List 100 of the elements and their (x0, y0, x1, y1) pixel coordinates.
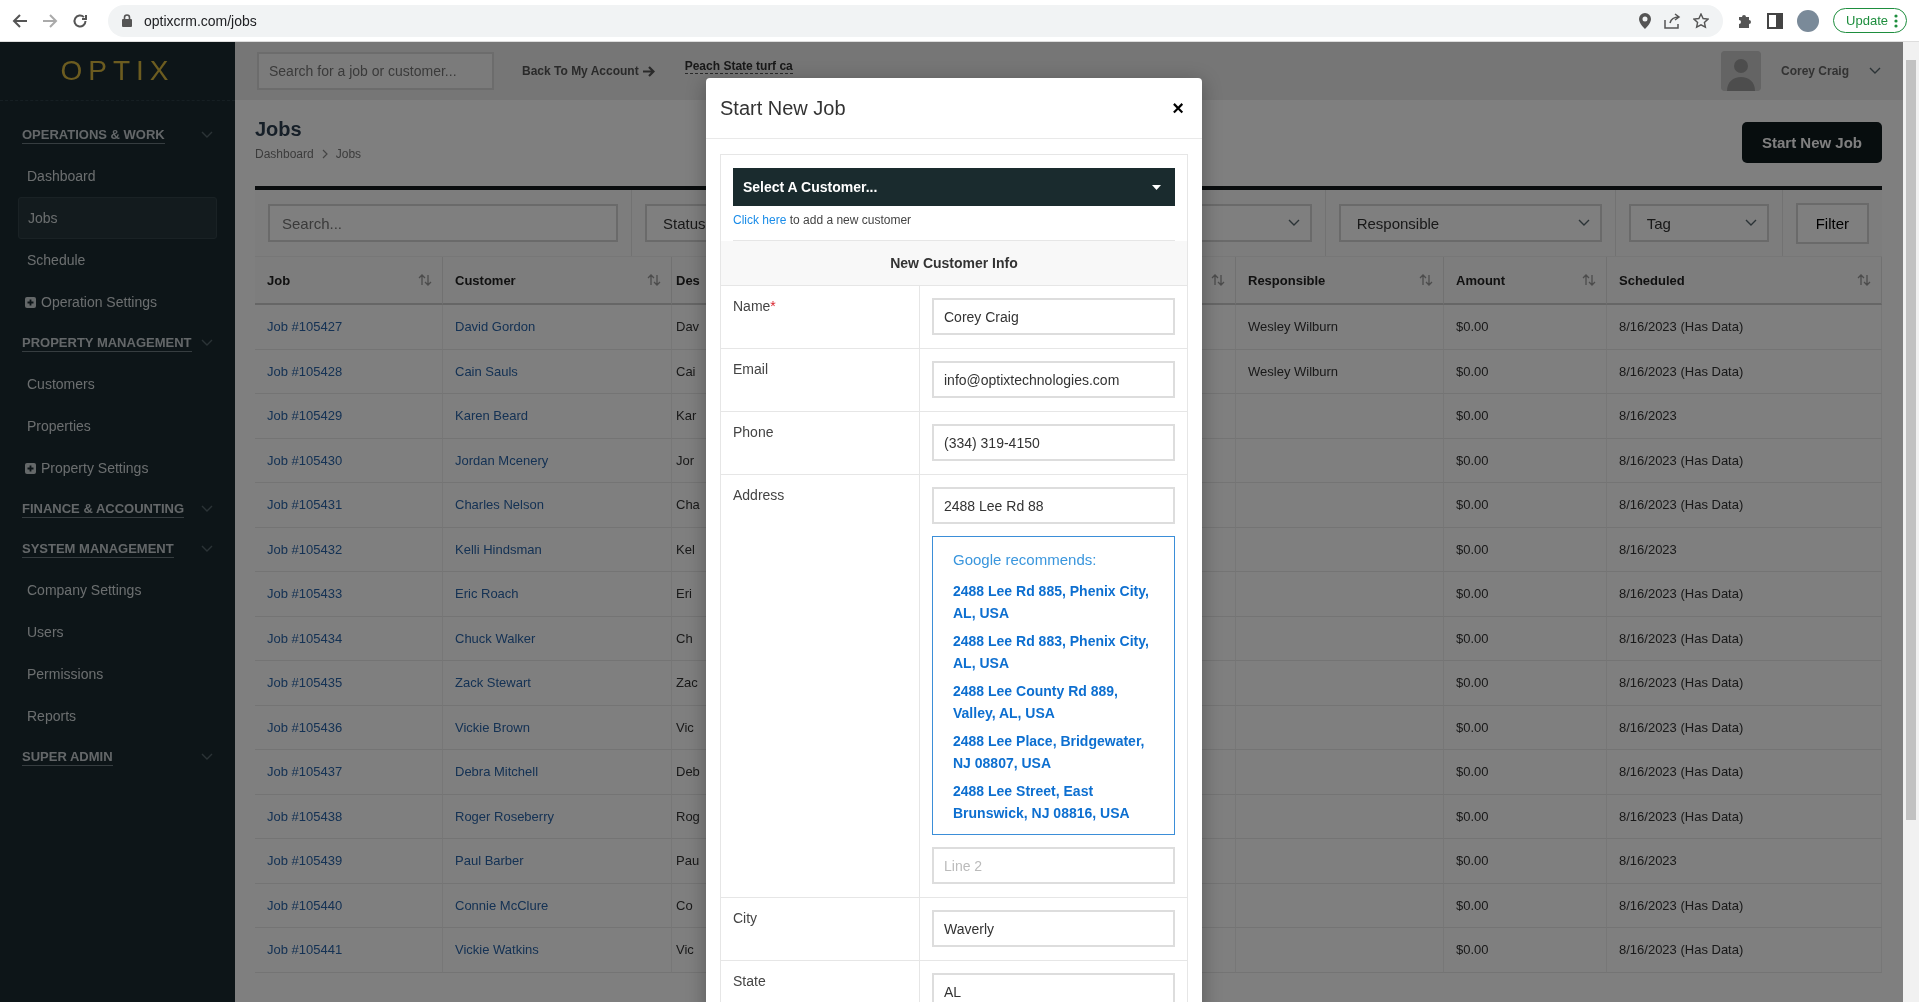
table-cell: $0.00 (1444, 928, 1607, 973)
breadcrumb-item[interactable]: Dashboard (255, 147, 314, 161)
customer-select[interactable]: Select A Customer... (733, 168, 1175, 206)
sidebar-item[interactable]: Company Settings (18, 569, 217, 611)
sidebar-item[interactable]: Schedule (18, 239, 217, 281)
job-link[interactable]: Job #105441 (267, 942, 343, 958)
update-button[interactable]: Update (1833, 8, 1907, 33)
chevron-down-icon (201, 339, 213, 347)
job-link[interactable]: Job #105439 (267, 853, 343, 869)
share-icon[interactable] (1663, 12, 1682, 29)
customer-link[interactable]: Karen Beard (455, 408, 528, 424)
table-cell: $0.00 (1444, 794, 1607, 839)
sidebar-item[interactable]: Reports (18, 695, 217, 737)
customer-link[interactable]: David Gordon (455, 319, 536, 335)
section-heading[interactable]: FINANCE & ACCOUNTING (22, 500, 184, 518)
input-field[interactable]: AL (932, 973, 1175, 1002)
job-link[interactable]: Job #105437 (267, 764, 343, 780)
sidebar-item[interactable]: Customers (18, 363, 217, 405)
filter-button[interactable]: Filter (1795, 202, 1869, 244)
job-link[interactable]: Job #105440 (267, 897, 343, 913)
section-heading[interactable]: PROPERTY MANAGEMENT (22, 334, 192, 352)
job-link[interactable]: Job #105427 (267, 319, 343, 335)
chevron-down-icon (1744, 219, 1757, 227)
sidebar-item[interactable]: Operation Settings (18, 281, 217, 323)
column-title: Scheduled (1619, 272, 1685, 288)
customer-link[interactable]: Cain Sauls (455, 363, 518, 379)
sort-icon[interactable] (418, 274, 432, 286)
side-panel-icon[interactable] (1767, 12, 1784, 29)
input-field[interactable]: (334) 319-4150 (932, 424, 1175, 461)
customer-link[interactable]: Roger Roseberry (455, 808, 554, 824)
account-link[interactable]: Peach State turf ca (684, 58, 793, 74)
customer-link[interactable]: Jordan Mcenery (455, 452, 549, 468)
sidebar-item[interactable]: Dashboard (18, 155, 217, 197)
puzzle-icon[interactable] (1737, 12, 1754, 29)
search-field[interactable]: Search... (268, 204, 618, 242)
job-link[interactable]: Job #105436 (267, 719, 343, 735)
back-icon[interactable] (12, 12, 28, 29)
column-header[interactable]: Scheduled (1607, 257, 1882, 305)
job-link[interactable]: Job #105435 (267, 675, 343, 691)
input-field[interactable]: Corey Craig (932, 298, 1175, 335)
sort-icon[interactable] (1582, 274, 1596, 286)
sidebar-item[interactable]: Users (18, 611, 217, 653)
scrollbar[interactable] (1903, 42, 1919, 1002)
customer-link[interactable]: Chuck Walker (455, 630, 536, 646)
field-label: Address (733, 487, 785, 503)
back-link[interactable]: Back To My Account (522, 64, 655, 78)
responsible-select[interactable]: Responsible (1338, 204, 1602, 242)
sidebar-item[interactable]: Jobs (18, 197, 217, 239)
input-field[interactable]: Waverly (932, 910, 1175, 947)
breadcrumb-item: Jobs (335, 147, 362, 161)
customer-link[interactable]: Vickie Brown (455, 719, 530, 735)
sidebar-item[interactable]: Property Settings (18, 447, 217, 489)
sort-icon[interactable] (1211, 274, 1225, 286)
input-field[interactable]: 2488 Lee Rd 88 (932, 487, 1175, 524)
sidebar-item[interactable]: Permissions (18, 653, 217, 695)
sort-icon[interactable] (1857, 274, 1871, 286)
address-bar[interactable]: optixcrm.com/jobs (108, 4, 1724, 37)
customer-link[interactable]: Charles Nelson (455, 497, 544, 513)
customer-link[interactable]: Paul Barber (455, 853, 524, 869)
table-cell: $0.00 (1444, 572, 1607, 617)
customer-link[interactable]: Eric Roach (455, 586, 519, 602)
input-field[interactable]: Line 2 (932, 847, 1175, 884)
tag-select[interactable]: Tag (1628, 204, 1769, 242)
search-field[interactable]: Search for a job or customer... (257, 52, 494, 90)
scrollbar-thumb[interactable] (1906, 60, 1916, 820)
chevron-right-icon (321, 149, 328, 159)
star-icon[interactable] (1693, 12, 1710, 29)
close-button[interactable]: × (1168, 96, 1188, 120)
job-link[interactable]: Job #105430 (267, 452, 343, 468)
sort-icon[interactable] (647, 274, 661, 286)
section-heading[interactable]: SUPER ADMIN (22, 748, 113, 766)
reload-icon[interactable] (72, 12, 88, 29)
customer-link[interactable]: Vickie Watkins (455, 942, 539, 958)
column-header[interactable]: Responsible (1236, 257, 1444, 305)
column-header[interactable]: Customer (443, 257, 672, 305)
customer-link[interactable]: Kelli Hindsman (455, 541, 542, 557)
job-link[interactable]: Job #105434 (267, 630, 343, 646)
location-pin-icon[interactable] (1639, 12, 1652, 29)
job-link[interactable]: Job #105431 (267, 497, 343, 513)
job-link[interactable]: Job #105428 (267, 363, 343, 379)
start-new-job-button[interactable]: Start New Job (1741, 122, 1882, 163)
forward-icon[interactable] (42, 12, 58, 29)
sort-icon[interactable] (1419, 274, 1433, 286)
customer-link[interactable]: Debra Mitchell (455, 764, 539, 780)
customer-link[interactable]: Connie McClure (455, 897, 549, 913)
section-heading[interactable]: SYSTEM MANAGEMENT (22, 540, 174, 558)
job-link[interactable]: Job #105429 (267, 408, 343, 424)
customer-link[interactable]: Zack Stewart (455, 675, 531, 691)
user-name[interactable]: Corey Craig (1780, 64, 1849, 78)
column-header[interactable]: Job (255, 257, 443, 305)
click-here-link[interactable]: Click here (733, 213, 787, 227)
job-link[interactable]: Job #105438 (267, 808, 343, 824)
job-link[interactable]: Job #105432 (267, 541, 343, 557)
sidebar-item[interactable]: Properties (18, 405, 217, 447)
profile-avatar[interactable] (1797, 9, 1820, 32)
logo[interactable]: OPTIX (60, 55, 175, 87)
input-field[interactable]: info@optixtechnologies.com (932, 361, 1175, 398)
column-header[interactable]: Amount (1444, 257, 1607, 305)
job-link[interactable]: Job #105433 (267, 586, 343, 602)
section-heading[interactable]: OPERATIONS & WORK (22, 126, 165, 144)
